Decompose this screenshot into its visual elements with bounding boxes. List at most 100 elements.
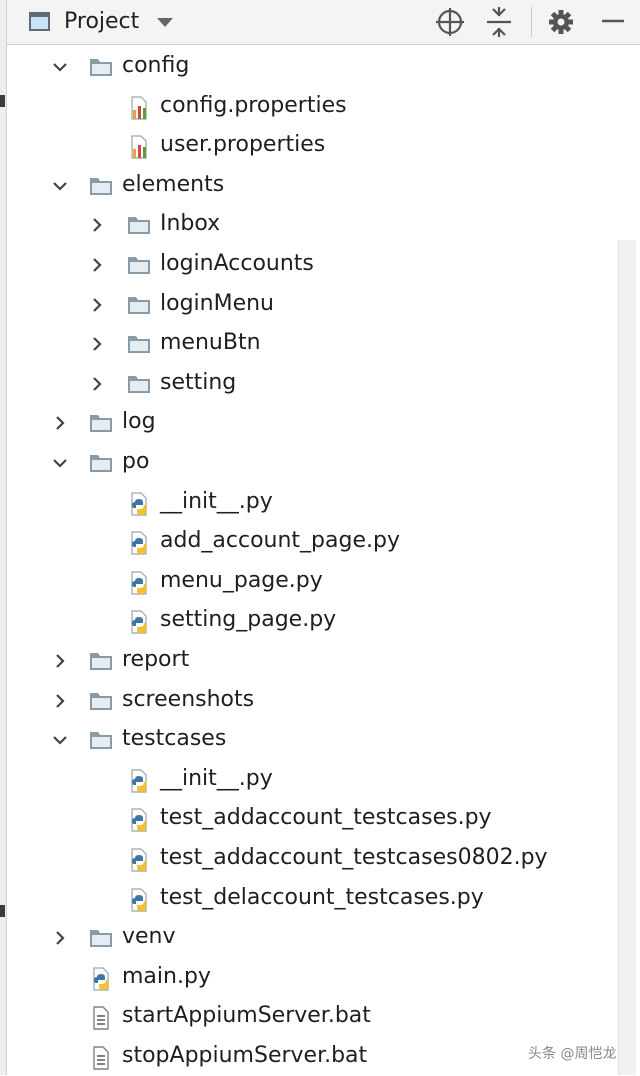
tree-item[interactable]: elements [0, 166, 618, 205]
chevron-right-icon[interactable] [89, 217, 105, 233]
tree-item-label: user.properties [160, 132, 326, 158]
collapse-all-icon[interactable] [482, 0, 516, 44]
folder-icon [89, 56, 113, 78]
project-panel-header: Project [7, 0, 640, 45]
project-icon [29, 12, 50, 31]
chevron-right-icon[interactable] [52, 930, 68, 946]
bat-file-icon [89, 1046, 113, 1070]
chevron-right-icon[interactable] [89, 376, 105, 392]
python-file-icon [127, 531, 151, 555]
tree-item-label: screenshots [122, 686, 255, 712]
panel-title[interactable]: Project [64, 8, 139, 36]
folder-icon [89, 650, 113, 672]
watermark: 头条 @周恺龙 [528, 1046, 617, 1062]
python-file-icon [127, 808, 151, 832]
tree-item-label: report [122, 647, 190, 672]
chevron-right-icon[interactable] [89, 336, 105, 352]
tree-item-label: po [122, 449, 150, 474]
folder-icon [89, 690, 113, 712]
tree-item-label: config [122, 53, 190, 78]
chevron-right-icon[interactable] [89, 297, 105, 313]
folder-icon [89, 452, 113, 474]
tree-item[interactable]: loginAccounts [0, 245, 618, 284]
folder-icon [127, 254, 151, 276]
python-file-icon [127, 848, 151, 872]
tree-item-label: setting [160, 369, 237, 395]
chevron-down-icon[interactable] [52, 59, 68, 75]
folder-icon [89, 175, 113, 197]
minimize-icon[interactable] [596, 0, 630, 44]
tree-item-label: setting_page.py [160, 607, 337, 633]
folder-icon [127, 333, 151, 355]
tree-item[interactable]: add_account_page.py [0, 522, 618, 561]
tree-item-label: Inbox [160, 211, 221, 237]
tree-item[interactable]: startAppiumServer.bat [0, 997, 618, 1036]
tree-item-label: test_delaccount_testcases.py [160, 884, 484, 910]
tree-item-label: __init__.py [160, 488, 273, 514]
tree-item-label: add_account_page.py [160, 528, 400, 554]
chevron-right-icon[interactable] [52, 653, 68, 669]
tree-item-label: __init__.py [160, 765, 273, 791]
python-file-icon [89, 967, 113, 991]
tree-item-label: venv [122, 924, 176, 950]
tree-item[interactable]: test_addaccount_testcases.py [0, 799, 618, 838]
tree-item-label: test_addaccount_testcases.py [160, 805, 492, 831]
folder-icon [127, 294, 151, 316]
properties-file-icon [127, 95, 151, 120]
tree-item-label: config.properties [160, 92, 347, 118]
chevron-down-icon[interactable] [52, 455, 68, 471]
tree-item[interactable]: __init__.py [0, 760, 618, 799]
tree-item[interactable]: stopAppiumServer.bat [0, 1037, 618, 1076]
tree-item[interactable]: Inbox [0, 205, 618, 244]
properties-file-icon [127, 135, 151, 159]
tree-item[interactable]: venv [0, 918, 618, 957]
tree-item-label: loginAccounts [160, 251, 314, 276]
tree-item[interactable]: test_delaccount_testcases.py [0, 879, 618, 918]
tree-item[interactable]: setting [0, 364, 618, 403]
python-file-icon [127, 887, 151, 912]
python-file-icon [127, 769, 151, 793]
locate-icon[interactable] [433, 0, 467, 44]
chevron-right-icon[interactable] [52, 415, 68, 431]
tree-item[interactable]: main.py [0, 958, 618, 997]
python-file-icon [127, 571, 151, 595]
tree-item-label: test_addaccount_testcases0802.py [160, 845, 548, 870]
chevron-down-icon[interactable] [52, 732, 68, 748]
tree-item[interactable]: user.properties [0, 126, 618, 165]
folder-icon [89, 729, 113, 751]
tree-item[interactable]: config.properties [0, 87, 618, 126]
tree-item-label: testcases [122, 726, 227, 752]
chevron-right-icon[interactable] [52, 693, 68, 709]
tree-item-label: log [122, 409, 156, 435]
tree-item-label: stopAppiumServer.bat [122, 1043, 368, 1068]
tree-item-label: menu_page.py [160, 567, 323, 593]
python-file-icon [127, 610, 151, 634]
toolbar-separator [531, 7, 532, 37]
tree-item[interactable]: menuBtn [0, 324, 618, 363]
folder-icon [127, 373, 151, 395]
gear-icon[interactable] [544, 0, 578, 44]
tree-item[interactable]: report [0, 641, 618, 680]
tree-item[interactable]: setting_page.py [0, 601, 618, 640]
tree-item[interactable]: menu_page.py [0, 562, 618, 601]
chevron-right-icon[interactable] [89, 257, 105, 273]
tree-item[interactable]: testcases [0, 720, 618, 759]
tree-item[interactable]: log [0, 403, 618, 442]
tree-item[interactable]: config [0, 47, 618, 86]
chevron-down-icon[interactable] [52, 178, 68, 194]
tree-item[interactable]: loginMenu [0, 285, 618, 324]
tree-item[interactable]: test_addaccount_testcases0802.py [0, 839, 618, 878]
vertical-scrollbar[interactable] [618, 240, 636, 1075]
chevron-down-icon[interactable] [157, 18, 173, 27]
folder-icon [127, 214, 151, 236]
tree-item[interactable]: po [0, 443, 618, 482]
tree-item[interactable]: screenshots [0, 681, 618, 720]
tree-item-label: elements [122, 171, 225, 197]
folder-icon [89, 412, 113, 434]
bat-file-icon [89, 1006, 113, 1031]
tree-item-label: startAppiumServer.bat [122, 1003, 371, 1029]
folder-icon [89, 927, 113, 949]
tree-item-label: main.py [122, 963, 211, 989]
tree-item[interactable]: __init__.py [0, 483, 618, 522]
tree-item-label: menuBtn [160, 330, 261, 356]
